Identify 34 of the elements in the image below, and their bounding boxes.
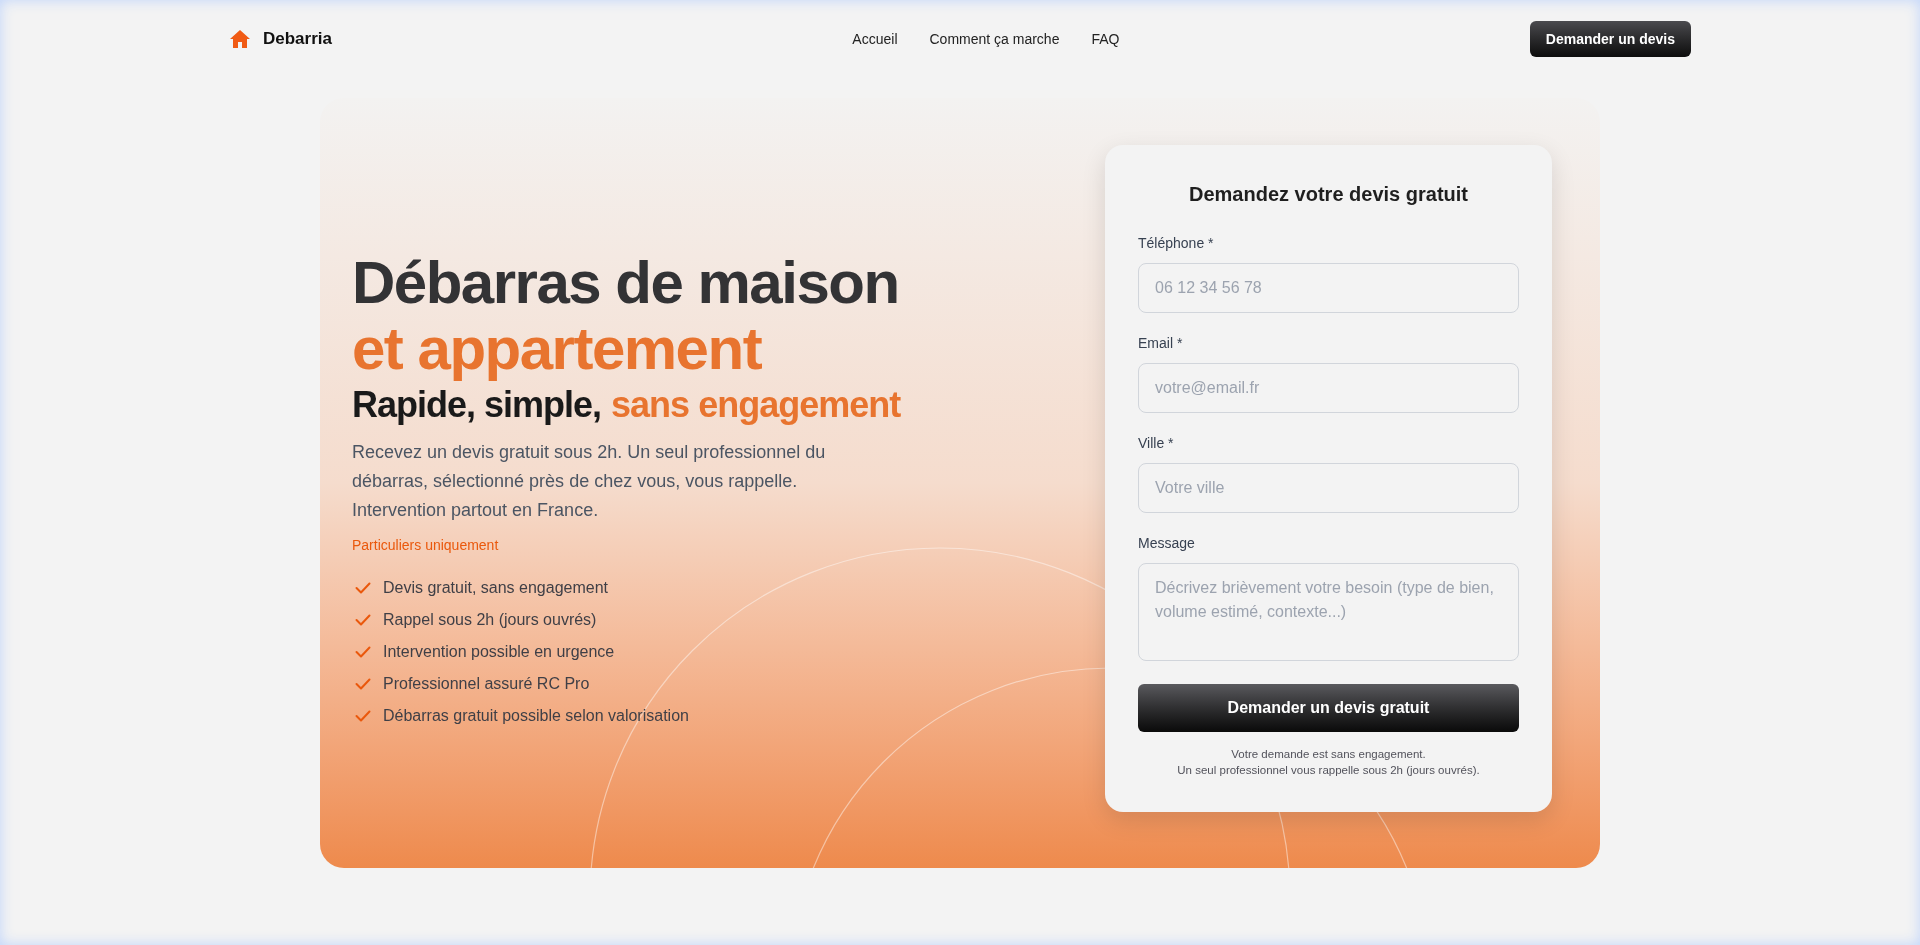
input-field[interactable]: Votre ville: [1138, 462, 1519, 513]
hero-subtitle: Rapide, simple,: [352, 383, 602, 427]
check-icon: [355, 582, 371, 594]
nav-link[interactable]: Accueil: [852, 28, 898, 50]
benefit-text: Intervention possible en urgence: [383, 642, 615, 662]
nav-link[interactable]: Comment ça marche: [929, 28, 1060, 50]
brand-name[interactable]: Debarria: [263, 26, 332, 52]
audience-note: Particuliers uniquement: [352, 536, 500, 555]
submit-button[interactable]: Demander un devis gratuit: [1138, 683, 1519, 732]
form-disclaimer: Un seul professionnel vous rappelle sous 2h (jours ouvrés).: [1177, 762, 1480, 778]
benefit-text: Professionnel assuré RC Pro: [383, 674, 590, 694]
field-label: Message: [1138, 533, 1196, 553]
input-field[interactable]: 06 12 34 56 78: [1138, 262, 1519, 313]
form-disclaimer: Votre demande est sans engagement.: [1231, 746, 1426, 762]
check-icon: [355, 646, 371, 658]
message-field[interactable]: Décrivez brièvement votre besoin (type de bien, volume estimé, contexte...): [1138, 562, 1519, 661]
input-field[interactable]: votre@email.fr: [1138, 362, 1519, 413]
hero-title-accent: et appartement: [352, 316, 763, 382]
field-label: Ville *: [1138, 433, 1175, 453]
hero-description: Recevez un devis gratuit sous 2h. Un seul professionnel du débarras, sélectionné près de chez vous, vous rappelle. Intervention partout en France.: [352, 441, 827, 522]
benefit-text: Devis gratuit, sans engagement: [383, 578, 608, 598]
hero-subtitle-accent: sans engagement: [611, 383, 901, 427]
benefit-text: Rappel sous 2h (jours ouvrés): [383, 610, 597, 630]
hero-title: Débarras de maison: [352, 250, 900, 316]
nav-link[interactable]: FAQ: [1091, 28, 1120, 50]
check-icon: [355, 710, 371, 722]
field-label: Téléphone *: [1138, 233, 1215, 253]
field-label: Email *: [1138, 333, 1184, 353]
benefit-text: Débarras gratuit possible selon valorisation: [383, 706, 689, 726]
quote-button[interactable]: Demander un devis: [1529, 21, 1691, 57]
form-title: Demandez votre devis gratuit: [1188, 181, 1469, 207]
check-icon: [355, 678, 371, 690]
house-icon: [229, 29, 251, 49]
check-icon: [355, 614, 371, 626]
